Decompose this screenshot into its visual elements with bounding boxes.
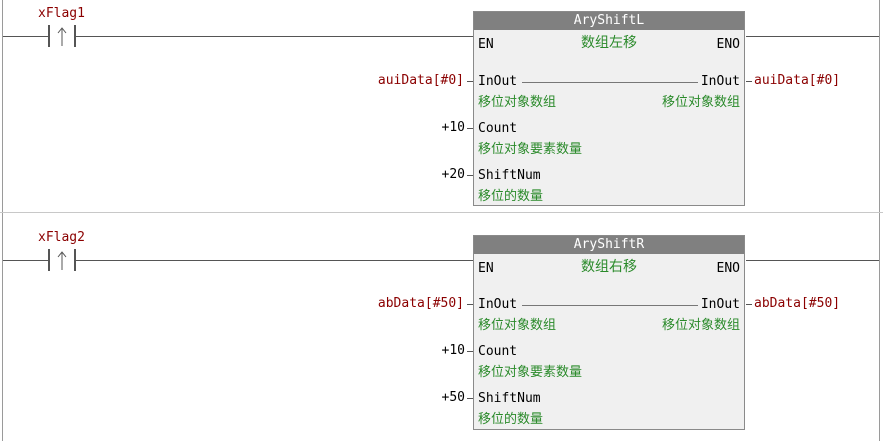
wire-rail-to-contact [3, 260, 48, 261]
pin-shiftnum: ShiftNum [478, 391, 541, 406]
wire-eno-to-rail [746, 36, 879, 37]
function-block-aryshiftr[interactable]: AryShiftR 数组右移 EN ENO InOut InOut 移位对象数组… [473, 235, 745, 430]
count-constant[interactable]: +10 [442, 120, 465, 135]
pin-inout-out: InOut [700, 297, 740, 312]
inout-out-comment: 移位对象数组 [661, 95, 740, 110]
pin-shiftnum: ShiftNum [478, 168, 541, 183]
block-title: AryShiftR [474, 236, 744, 254]
inout-out-comment: 移位对象数组 [661, 318, 740, 333]
left-power-rail [2, 0, 3, 441]
wire-contact-to-en [76, 260, 474, 261]
count-comment: 移位对象要素数量 [478, 142, 583, 157]
output-variable[interactable]: abData[#50] [754, 296, 840, 311]
pin-inout-in: InOut [478, 74, 518, 89]
block-description: 数组右移 [581, 259, 637, 275]
shiftnum-comment: 移位的数量 [478, 412, 544, 427]
shiftnum-constant[interactable]: +20 [442, 167, 465, 182]
right-power-rail [879, 0, 880, 441]
block-title: AryShiftL [474, 12, 744, 30]
contact-label-xflag2: xFlag2 [38, 230, 85, 245]
pin-inout-out: InOut [700, 74, 740, 89]
shiftnum-constant[interactable]: +50 [442, 390, 465, 405]
ladder-diagram: xFlag1 AryShiftL 数组左移 EN ENO InOut InOut… [0, 0, 883, 441]
rising-edge-arrow-icon [57, 27, 67, 46]
output-variable[interactable]: auiData[#0] [754, 73, 840, 88]
pin-eno: ENO [716, 37, 740, 52]
input-variable[interactable]: auiData[#0] [378, 73, 464, 88]
inout-comment: 移位对象数组 [478, 95, 557, 110]
input-variable[interactable]: abData[#50] [378, 296, 464, 311]
block-description: 数组左移 [581, 35, 637, 51]
rung-separator [0, 212, 883, 213]
pin-en: EN [478, 37, 494, 52]
count-constant[interactable]: +10 [442, 343, 465, 358]
wire-rail-to-contact [3, 36, 48, 37]
inout-comment: 移位对象数组 [478, 318, 557, 333]
rising-edge-contact-xflag1[interactable] [48, 25, 76, 47]
rising-edge-arrow-icon [57, 251, 67, 270]
count-comment: 移位对象要素数量 [478, 365, 583, 380]
inout-pass-through-wire [522, 305, 698, 306]
pin-count: Count [478, 121, 518, 136]
wire-contact-to-en [76, 36, 474, 37]
contact-label-xflag1: xFlag1 [38, 6, 85, 21]
pin-en: EN [478, 261, 494, 276]
wire-eno-to-rail [746, 260, 879, 261]
shiftnum-comment: 移位的数量 [478, 189, 544, 204]
rising-edge-contact-xflag2[interactable] [48, 249, 76, 271]
pin-count: Count [478, 344, 518, 359]
pin-inout-in: InOut [478, 297, 518, 312]
function-block-aryshiftl[interactable]: AryShiftL 数组左移 EN ENO InOut InOut 移位对象数组… [473, 11, 745, 206]
inout-pass-through-wire [522, 82, 698, 83]
pin-eno: ENO [716, 261, 740, 276]
